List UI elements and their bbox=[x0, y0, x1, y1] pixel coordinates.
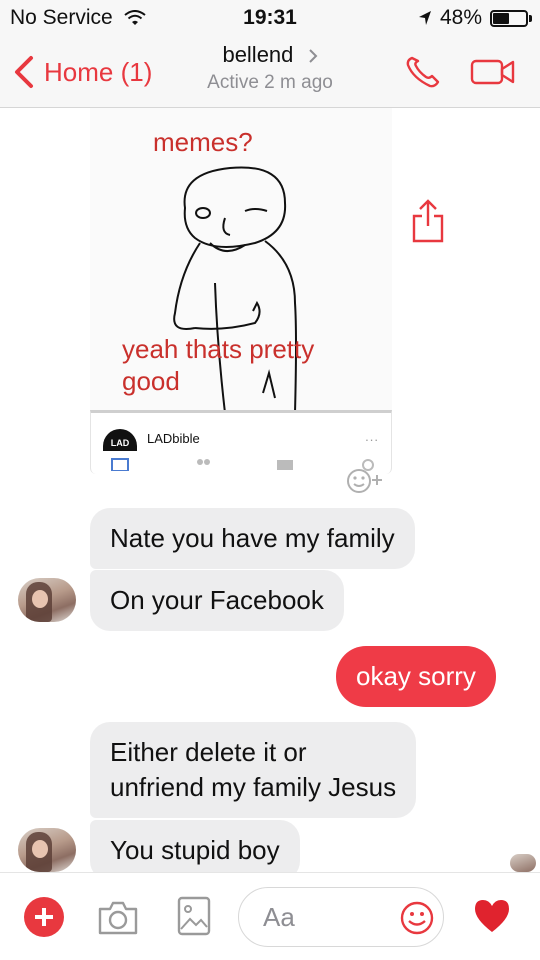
message-bubble[interactable]: Nate you have my family bbox=[90, 508, 415, 569]
avatar[interactable] bbox=[18, 828, 76, 872]
contact-info-button[interactable]: bellend Active 2 m ago bbox=[150, 42, 390, 94]
message-input[interactable]: Aa bbox=[238, 887, 444, 947]
battery-level bbox=[493, 13, 510, 24]
message-bubble[interactable]: okay sorry bbox=[336, 646, 496, 707]
more-options[interactable]: ... bbox=[365, 429, 379, 444]
news-feed-icon bbox=[111, 458, 129, 471]
message-bubble[interactable]: Either delete it or unfriend my family J… bbox=[90, 722, 417, 818]
link-preview-card[interactable]: LAD LADbible ... bbox=[90, 410, 392, 474]
shared-meme-image[interactable]: memes? yeah thats pretty good bbox=[90, 108, 392, 412]
message-text: okay sorry bbox=[356, 661, 476, 691]
message-text: unfriend my family Jesus bbox=[110, 772, 397, 802]
share-icon[interactable] bbox=[410, 198, 446, 244]
message-bubble[interactable]: On your Facebook bbox=[90, 570, 344, 631]
marketplace-icon bbox=[277, 460, 294, 470]
battery-percent: 48% bbox=[440, 6, 483, 29]
video-camera-icon[interactable] bbox=[470, 58, 516, 86]
message-text: On your Facebook bbox=[110, 585, 324, 615]
avatar-face bbox=[32, 840, 48, 858]
contact-name: bellend bbox=[222, 42, 294, 67]
battery-icon bbox=[490, 10, 528, 27]
avatar[interactable] bbox=[18, 578, 76, 622]
ladbible-logo: LAD bbox=[103, 429, 137, 451]
camera-icon[interactable] bbox=[96, 897, 140, 937]
status-bar: No Service 19:31 48% bbox=[0, 0, 540, 36]
contact-name-row: bellend bbox=[150, 42, 390, 68]
gallery-icon[interactable] bbox=[176, 895, 212, 937]
phone-icon[interactable] bbox=[404, 54, 444, 90]
friends-icon bbox=[196, 459, 210, 465]
contact-status: Active 2 m ago bbox=[207, 72, 333, 93]
seen-avatar bbox=[510, 854, 536, 872]
chevron-right-icon bbox=[308, 49, 317, 63]
back-button[interactable]: Home (1) bbox=[12, 54, 152, 90]
emoji-icon[interactable] bbox=[399, 900, 435, 936]
message-input-placeholder: Aa bbox=[263, 902, 295, 932]
plus-icon[interactable] bbox=[24, 897, 64, 937]
meme-top-text: memes? bbox=[153, 127, 253, 157]
message-text: Nate you have my family bbox=[110, 523, 395, 553]
composer-bar: Aa bbox=[0, 872, 540, 960]
battery-tip bbox=[529, 15, 532, 22]
back-label: Home (1) bbox=[44, 56, 153, 87]
conversation-header: Home (1) bellend Active 2 m ago bbox=[0, 36, 540, 108]
message-text: You stupid boy bbox=[110, 835, 280, 865]
source-name: LADbible bbox=[147, 431, 200, 446]
add-reaction-icon[interactable] bbox=[344, 466, 390, 496]
back-chevron-icon bbox=[15, 56, 33, 88]
facebook-tab-bar bbox=[109, 457, 379, 473]
message-text: Either delete it or bbox=[110, 737, 307, 767]
heart-icon[interactable] bbox=[472, 897, 512, 935]
location-arrow-icon bbox=[419, 11, 431, 25]
avatar-face bbox=[32, 590, 48, 608]
meme-bottom-text: yeah thats pretty good bbox=[122, 334, 315, 396]
